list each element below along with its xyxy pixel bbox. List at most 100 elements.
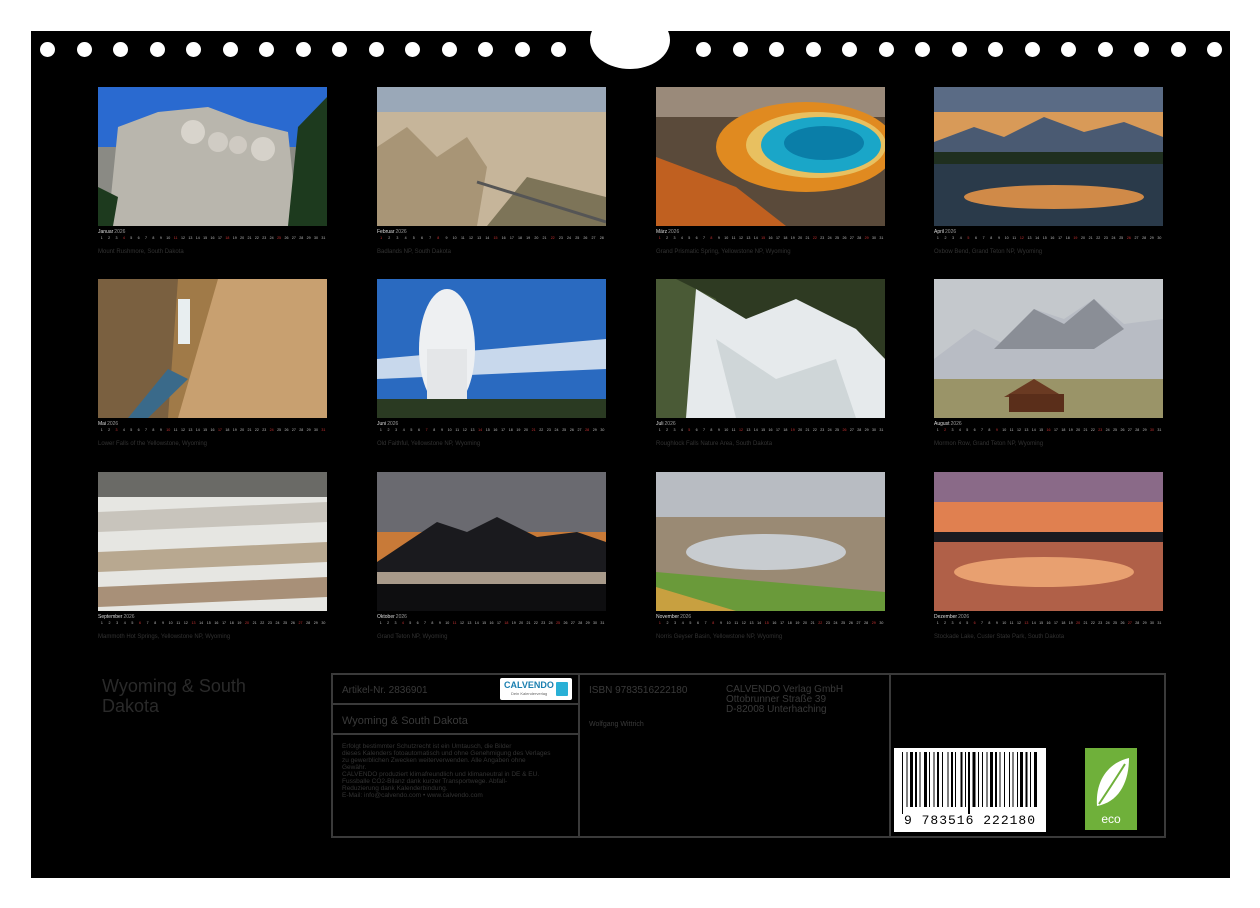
day-number: 7 (981, 621, 984, 625)
binding-hole (878, 42, 894, 57)
day-number: 7 (704, 621, 707, 625)
day-number: 27 (849, 236, 854, 240)
day-number: 19 (232, 428, 237, 432)
publisher-city: D-82008 Unterhaching (726, 704, 827, 715)
day-number: 25 (277, 236, 282, 240)
day-number: 21 (810, 621, 815, 625)
day-number: 13 (188, 428, 193, 432)
day-number: 7 (982, 236, 985, 240)
day-number: 20 (523, 428, 528, 432)
month-photo (377, 87, 606, 226)
day-number: 23 (267, 621, 272, 625)
day-number: 9 (719, 621, 722, 625)
day-number: 4 (402, 428, 405, 432)
day-number: 5 (130, 236, 133, 240)
day-number: 23 (262, 236, 267, 240)
day-number: 21 (805, 236, 810, 240)
day-number: 28 (1142, 236, 1147, 240)
day-number: 28 (599, 236, 604, 240)
barcode-bar (1025, 752, 1028, 807)
day-number: 11 (731, 428, 736, 432)
binding-hole (76, 42, 92, 57)
day-number: 29 (306, 236, 311, 240)
day-number: 14 (485, 236, 490, 240)
day-number: 9 (440, 428, 443, 432)
day-number: 8 (988, 428, 991, 432)
barcode-bar (1012, 752, 1014, 807)
day-number: 11 (176, 621, 181, 625)
day-number: 8 (710, 236, 713, 240)
barcode-bar (906, 752, 908, 807)
day-number: 22 (1090, 428, 1095, 432)
day-number: 8 (152, 428, 155, 432)
month-photo (377, 472, 606, 611)
day-number: 3 (395, 428, 398, 432)
day-number: 7 (425, 428, 428, 432)
day-number: 27 (291, 428, 296, 432)
binding-hole (405, 42, 420, 57)
day-number: 21 (252, 621, 257, 625)
day-number: 15 (203, 236, 208, 240)
photo-caption: Lower Falls of the Yellowstone, Wyoming (98, 441, 208, 447)
binding-hole (1097, 42, 1113, 57)
day-number: 10 (447, 428, 452, 432)
isbn: ISBN 9783516222180 (589, 685, 688, 696)
legal-line: E-Mail: info@calvendo.com • www.calvendo… (342, 792, 483, 799)
day-number: 22 (533, 621, 538, 625)
day-number: 16 (1046, 621, 1051, 625)
day-number: 9 (717, 428, 720, 432)
day-number: 14 (478, 428, 483, 432)
day-number: 26 (848, 621, 853, 625)
day-number: 7 (145, 428, 148, 432)
day-number: 23 (558, 236, 563, 240)
day-number: 9 (438, 621, 441, 625)
day-number: 3 (951, 428, 954, 432)
day-number: 24 (1111, 236, 1116, 240)
day-number: 19 (795, 621, 800, 625)
day-number: 19 (1068, 621, 1073, 625)
day-number: 22 (260, 621, 265, 625)
day-number: 21 (247, 428, 252, 432)
photo-caption: Grand Teton NP, Wyoming (377, 634, 448, 640)
day-number: 1 (379, 621, 382, 625)
legal-line: CALVENDO produziert klimafreundlich und … (342, 771, 540, 778)
day-number: 26 (842, 236, 847, 240)
legal-line: Erfolgt bestimmter Schutzrecht ist ein U… (342, 743, 512, 750)
day-strip: 1 2 3 4 5 6 7 8 9 10 11 12 13 14 15 16 17 18 19 20 21 22 23 24 2… (656, 620, 885, 632)
barcode-bar (919, 752, 921, 807)
day-number: 24 (827, 428, 832, 432)
day-number: 18 (783, 236, 788, 240)
month-photo (377, 279, 606, 418)
day-number: 23 (820, 428, 825, 432)
binding-hole (295, 42, 311, 57)
barcode-bar (1020, 752, 1023, 807)
month-photo (934, 87, 1163, 226)
day-number: 6 (695, 236, 698, 240)
day-strip: 1 2 3 4 5 6 7 8 9 10 11 12 13 14 15 16 17 18 19 20 21 22 23 24 2… (934, 427, 1163, 439)
day-number: 15 (1039, 621, 1044, 625)
day-number: 23 (1098, 621, 1103, 625)
day-number: 30 (1150, 621, 1155, 625)
day-number: 11 (173, 236, 178, 240)
day-number: 21 (805, 428, 810, 432)
barcode-bar (951, 752, 953, 807)
day-number: 15 (764, 621, 769, 625)
day-number: 30 (872, 236, 877, 240)
day-number: 25 (835, 428, 840, 432)
day-number: 13 (191, 621, 196, 625)
day-number: 28 (1135, 428, 1140, 432)
day-number: 24 (275, 621, 280, 625)
day-number: 2 (944, 428, 947, 432)
binding-hole (113, 42, 128, 57)
day-number: 22 (254, 236, 259, 240)
day-number: 18 (225, 236, 230, 240)
day-number: 18 (518, 236, 522, 240)
day-number: 24 (269, 428, 274, 432)
day-number: 19 (516, 428, 521, 432)
day-number: 17 (1053, 428, 1058, 432)
day-number: 12 (459, 621, 464, 625)
day-number: 27 (591, 236, 596, 240)
day-number: 8 (712, 621, 715, 625)
month-panel: Mai2026 1 2 3 4 5 6 7 8 9 10 11 12 13 14 15 16 17 18 19 20 21… (98, 279, 327, 447)
binding-hole (441, 42, 457, 57)
